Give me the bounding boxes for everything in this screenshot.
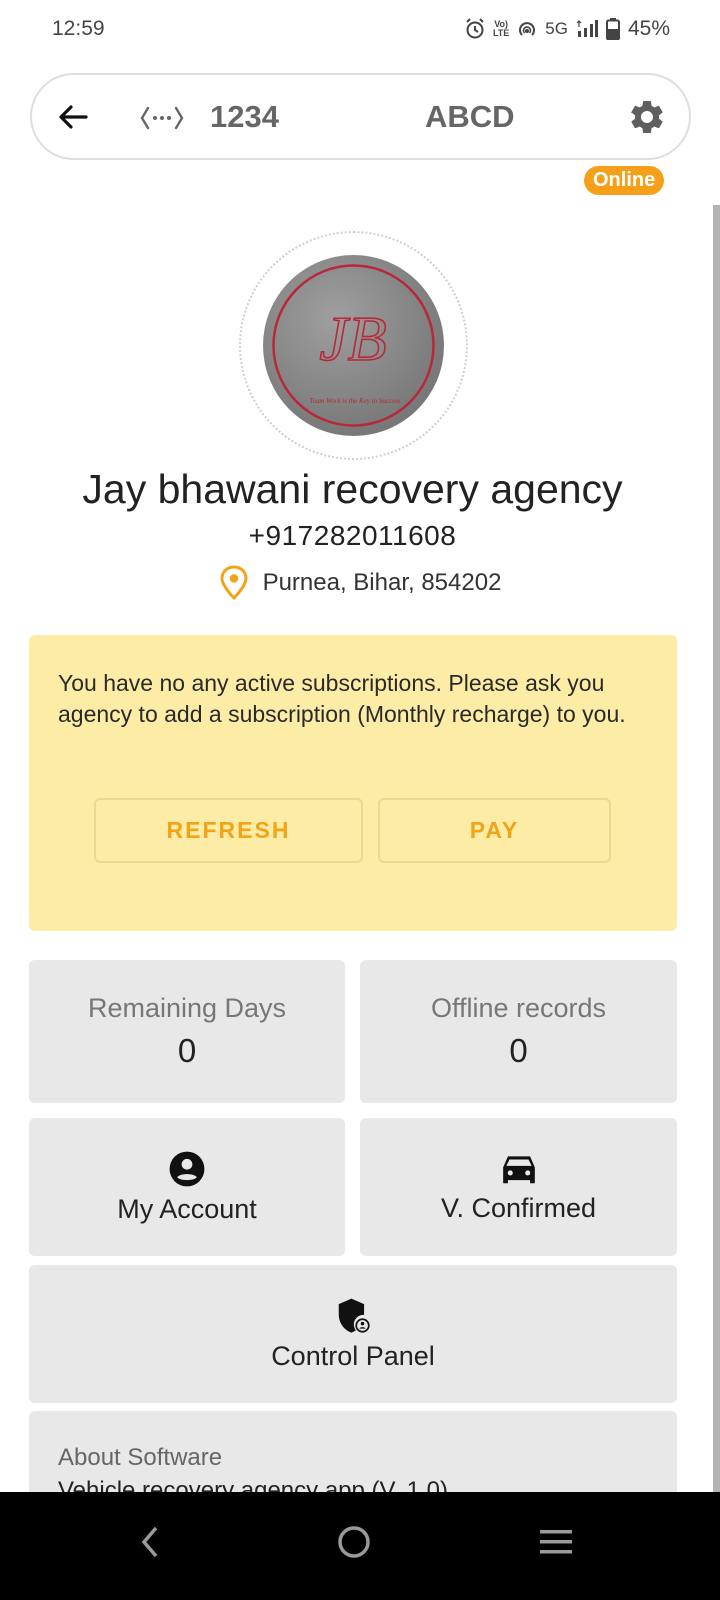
settings-button[interactable]	[627, 97, 667, 137]
home-nav-icon	[338, 1526, 370, 1558]
offline-records-label: Offline records	[430, 993, 607, 1023]
my-account-button[interactable]: My Account	[29, 1118, 345, 1256]
gear-icon	[630, 100, 663, 133]
remaining-days-tile: Remaining Days 0	[29, 960, 345, 1103]
logo-monogram: JB	[319, 303, 387, 374]
pay-button[interactable]: PAY	[378, 798, 611, 863]
hotspot-icon	[517, 20, 537, 38]
location-pin-icon	[220, 565, 248, 601]
arrow-left-icon	[59, 105, 88, 129]
subscription-card: You have no any active subscriptions. Pl…	[29, 635, 677, 931]
back-button[interactable]	[56, 99, 92, 135]
agency-location: Purnea, Bihar, 854202	[0, 565, 720, 601]
offline-records-tile: Offline records 0	[360, 960, 677, 1103]
back-nav-button[interactable]	[120, 1512, 180, 1572]
car-icon	[502, 1155, 535, 1183]
logo-tagline: Team Work is the Key to Success	[309, 397, 401, 405]
back-nav-icon	[141, 1526, 158, 1558]
device-code: ABCD	[425, 99, 515, 134]
device-number: 1234	[210, 99, 279, 134]
remaining-days-value: 0	[177, 1032, 197, 1069]
offline-records-value: 0	[509, 1032, 528, 1069]
online-status-badge: Online	[584, 166, 665, 195]
control-panel-label: Control Panel	[271, 1340, 435, 1371]
code-dots-icon	[140, 103, 184, 133]
top-bar: 1234 ABCD	[30, 73, 691, 160]
scrollbar[interactable]	[713, 205, 720, 1495]
about-title: About Software	[58, 1444, 223, 1471]
agency-logo: JB Team Work is the Key to Success	[272, 264, 435, 427]
system-nav-bar	[0, 1492, 720, 1600]
volte-icon: Vo) LTE	[493, 20, 509, 38]
agency-name: Jay bhawani recovery agency	[82, 466, 623, 512]
status-icons: Vo) LTE 5G 45%	[465, 17, 670, 41]
my-account-label: My Account	[117, 1193, 257, 1224]
battery-percent: 45%	[627, 17, 670, 40]
status-bar: 12:59 Vo) LTE 5G 45%	[0, 0, 720, 60]
agency-phone: +917282011608	[248, 520, 457, 551]
alarm-icon	[465, 18, 485, 40]
home-nav-button[interactable]	[324, 1512, 384, 1572]
v-confirmed-label: V. Confirmed	[440, 1192, 597, 1223]
admin-shield-icon	[338, 1298, 370, 1333]
refresh-button[interactable]: REFRESH	[94, 798, 363, 863]
remaining-days-label: Remaining Days	[87, 993, 287, 1023]
v-confirmed-button[interactable]: V. Confirmed	[360, 1118, 677, 1256]
battery-icon	[605, 18, 620, 40]
recents-nav-icon	[540, 1530, 572, 1554]
account-circle-icon	[169, 1151, 205, 1186]
recents-nav-button[interactable]	[526, 1512, 586, 1572]
volte-bottom-text: LTE	[492, 28, 510, 38]
status-time: 12:59	[52, 17, 105, 40]
avatar[interactable]: JB Team Work is the Key to Success	[263, 255, 444, 436]
signal-icon	[576, 19, 598, 39]
5g-icon: 5G	[545, 19, 568, 38]
control-panel-button[interactable]: Control Panel	[29, 1265, 677, 1403]
subscription-message: You have no any active subscriptions. Pl…	[58, 670, 626, 727]
location-text: Purnea, Bihar, 854202	[262, 569, 502, 596]
